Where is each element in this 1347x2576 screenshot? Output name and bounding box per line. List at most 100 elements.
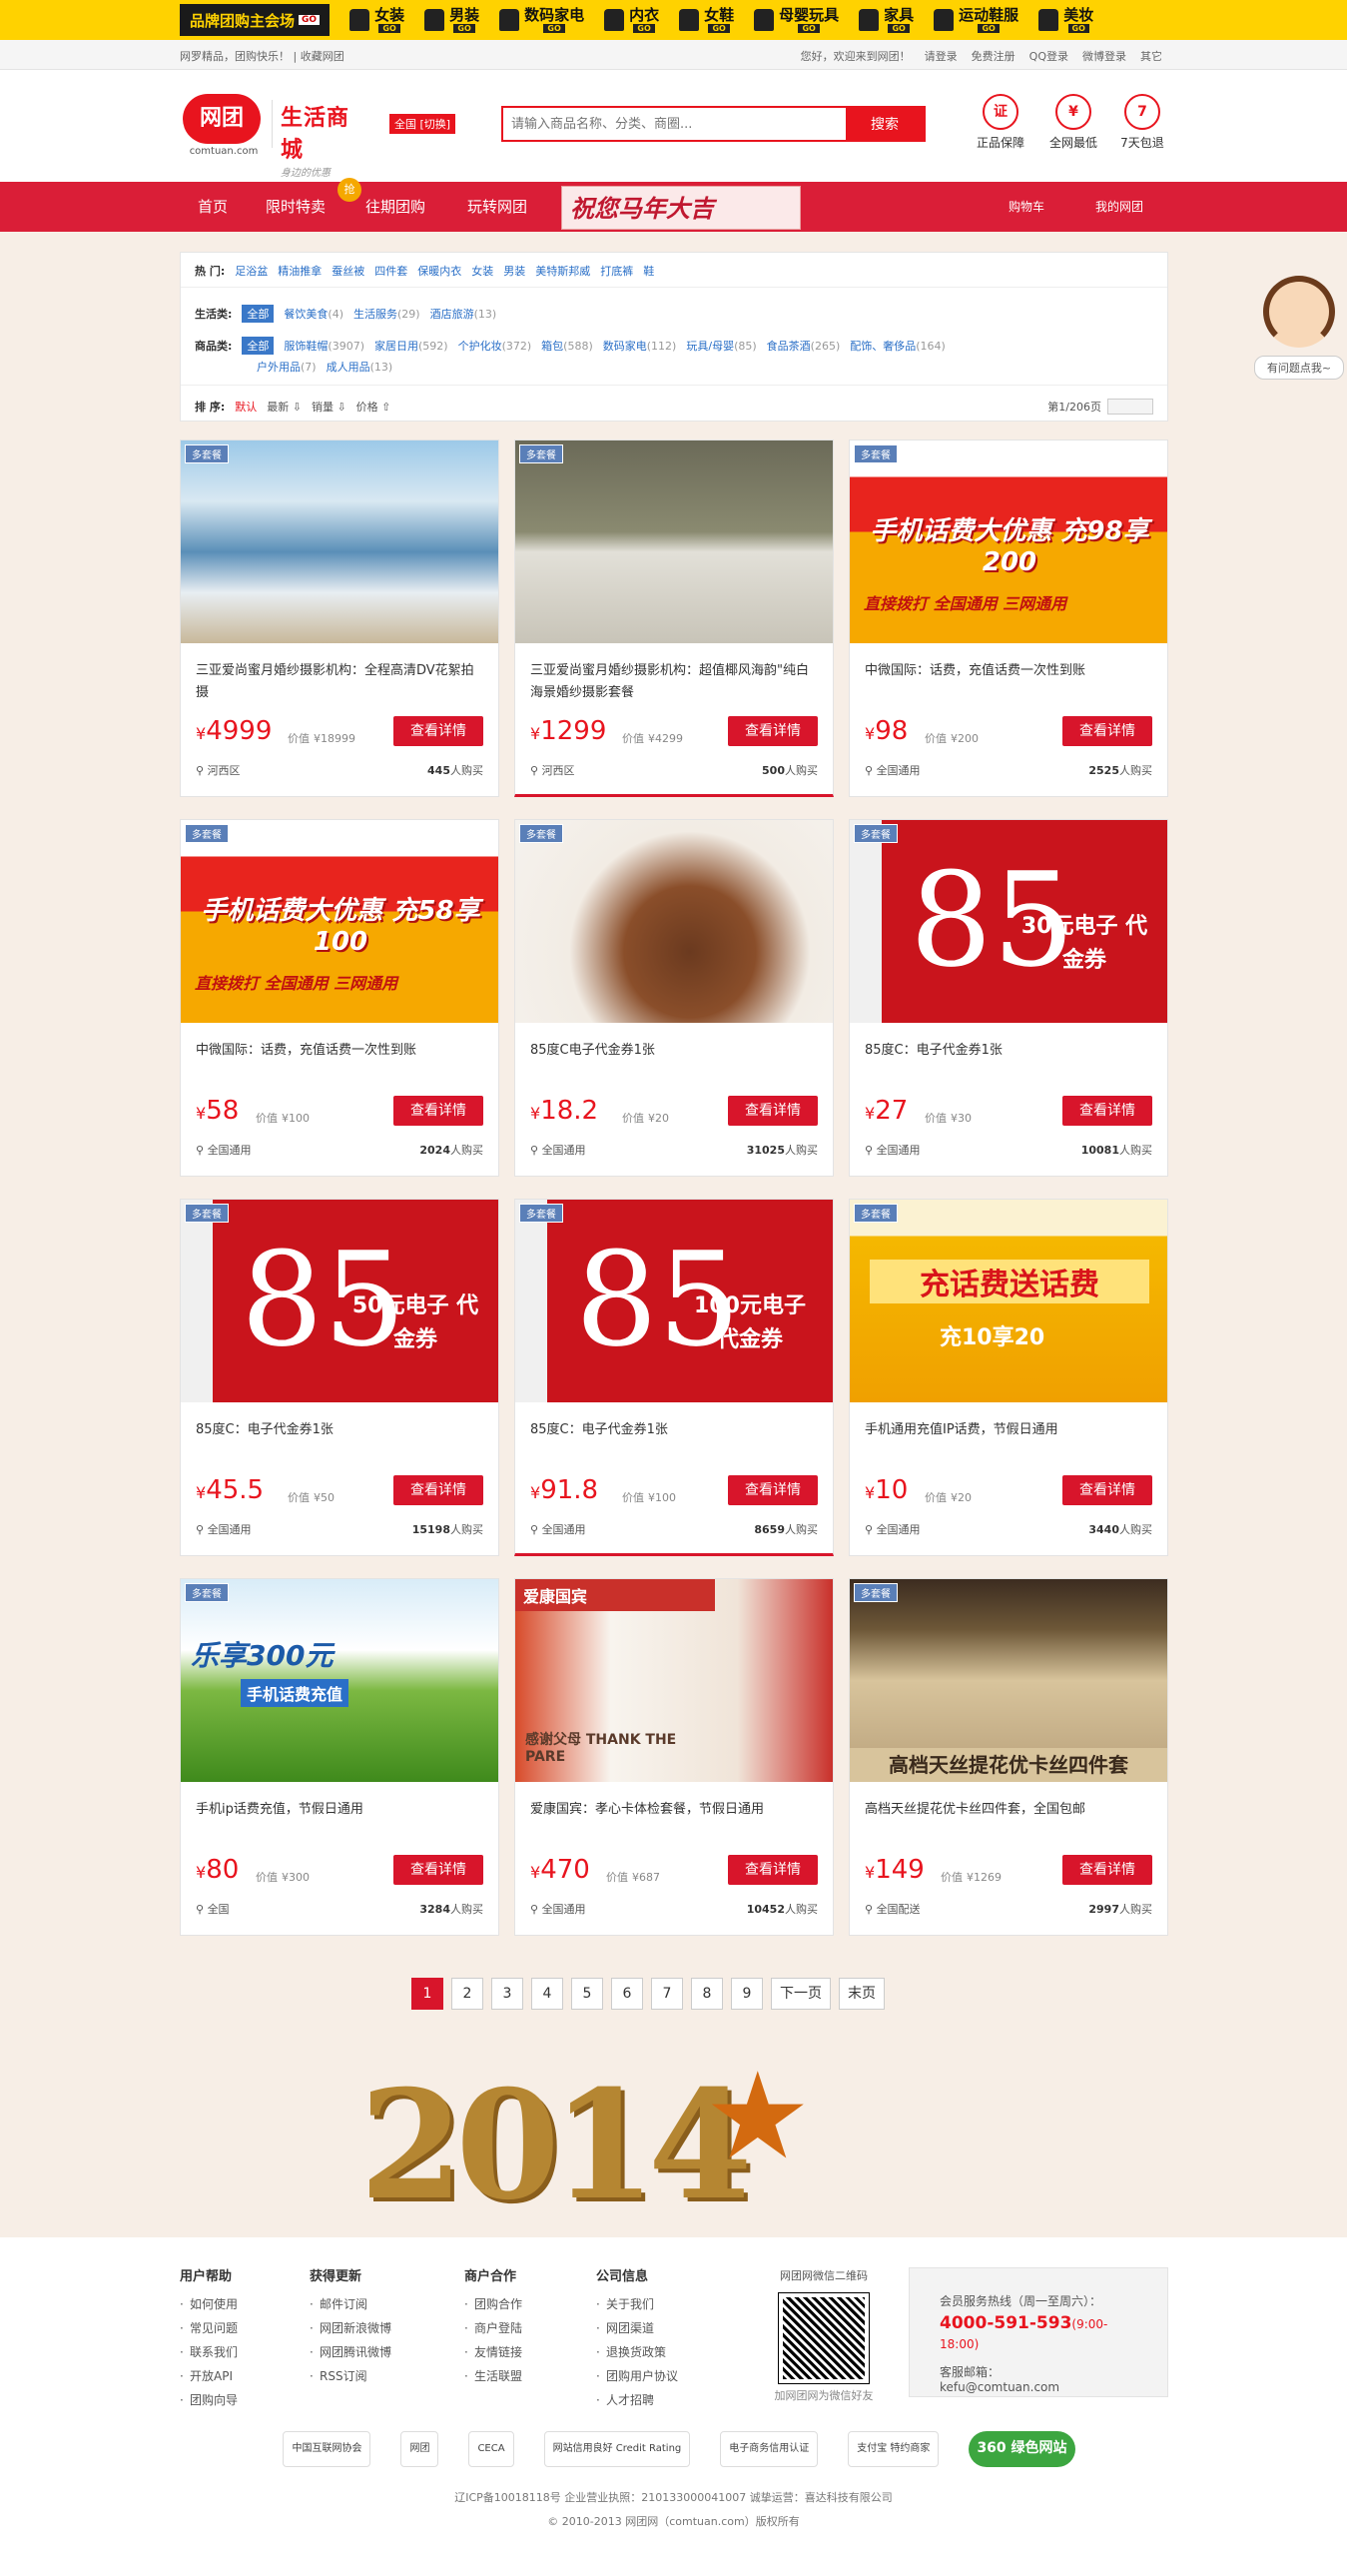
category-link[interactable]: 玩具/母婴(85)	[686, 338, 756, 354]
product-image[interactable]: 多套餐 85 50元电子 代金券	[181, 1200, 498, 1402]
nav-past-deals[interactable]: 往期团购	[365, 182, 425, 232]
next-page-button[interactable]: 下一页	[771, 1978, 831, 2010]
product-title[interactable]: 85度C电子代金券1张	[530, 1040, 820, 1062]
brand-category-5[interactable]: 母婴玩具 GO	[754, 7, 839, 33]
footer-link[interactable]: 团购向导	[180, 2388, 238, 2412]
page-7[interactable]: 7	[651, 1978, 683, 2010]
category-link[interactable]: 户外用品(7)	[257, 359, 317, 375]
page-5[interactable]: 5	[571, 1978, 603, 2010]
footer-link[interactable]: 人才招聘	[596, 2388, 678, 2412]
footer-link[interactable]: 网团新浪微博	[310, 2316, 391, 2340]
brand-category-8[interactable]: 美妆 GO	[1038, 7, 1093, 33]
product-image[interactable]: 多套餐 85 100元电子 代金券	[515, 1200, 833, 1402]
trust-badge[interactable]: CECA	[468, 2431, 514, 2467]
page-2[interactable]: 2	[451, 1978, 483, 2010]
view-details-button[interactable]: 查看详情	[728, 1475, 818, 1505]
nav-explore[interactable]: 玩转网团	[467, 182, 527, 232]
footer-link[interactable]: 团购用户协议	[596, 2364, 678, 2388]
nav-cart[interactable]: 购物车	[1009, 182, 1044, 232]
brand-category-0[interactable]: 女装 GO	[349, 7, 404, 33]
brand-category-4[interactable]: 女鞋 GO	[679, 7, 734, 33]
assurance-lowest[interactable]: ¥ 全网最低	[1043, 94, 1103, 151]
last-page-button[interactable]: 末页	[839, 1978, 885, 2010]
view-details-button[interactable]: 查看详情	[393, 716, 483, 746]
hot-keyword[interactable]: 鞋	[643, 263, 654, 279]
brand-category-3[interactable]: 内衣 GO	[604, 7, 659, 33]
product-title[interactable]: 高档天丝提花优卡丝四件套，全国包邮	[865, 1799, 1154, 1821]
trust-badge[interactable]: 网站信用良好 Credit Rating	[543, 2431, 691, 2467]
hot-keyword[interactable]: 保暖内衣	[417, 263, 461, 279]
page-8[interactable]: 8	[691, 1978, 723, 2010]
support-email[interactable]: kefu@comtuan.com	[940, 2380, 1137, 2394]
page-1[interactable]: 1	[411, 1978, 443, 2010]
sort-option[interactable]: 默认	[235, 399, 257, 415]
product-image[interactable]: 多套餐爱康国宾感谢父母 THANK THE PARE	[515, 1579, 833, 1782]
view-details-button[interactable]: 查看详情	[1062, 1855, 1152, 1885]
category-link[interactable]: 食品茶酒(265)	[767, 338, 841, 354]
sort-option[interactable]: 销量 ⇩	[312, 399, 346, 415]
category-link[interactable]: 酒店旅游(13)	[430, 306, 497, 322]
assurance-return[interactable]: 7 7天包退	[1112, 94, 1172, 151]
view-details-button[interactable]: 查看详情	[1062, 1475, 1152, 1505]
product-image[interactable]: 多套餐 高档天丝提花优卡丝四件套	[850, 1579, 1167, 1782]
view-details-button[interactable]: 查看详情	[393, 1096, 483, 1126]
trust-badge[interactable]: 网团	[400, 2431, 439, 2467]
hot-keyword[interactable]: 打底裤	[600, 263, 633, 279]
brand-category-7[interactable]: 运动鞋服 GO	[934, 7, 1018, 33]
product-title[interactable]: 中微国际：话费，充值话费一次性到账	[865, 660, 1154, 682]
view-details-button[interactable]: 查看详情	[1062, 1096, 1152, 1126]
category-link[interactable]: 成人用品(13)	[327, 359, 393, 375]
city-switch[interactable]: 全国 [切换]	[389, 114, 456, 134]
user-link-1[interactable]: 请登录	[925, 48, 958, 64]
help-avatar[interactable]: 有问题点我~	[1254, 276, 1344, 386]
trust-badge[interactable]: 360 绿色网站	[969, 2431, 1075, 2467]
page-6[interactable]: 6	[611, 1978, 643, 2010]
category-link[interactable]: 服饰鞋帽(3907)	[284, 338, 364, 354]
category-link[interactable]: 全部	[242, 305, 275, 323]
brand-category-1[interactable]: 男装 GO	[424, 7, 479, 33]
page-4[interactable]: 4	[531, 1978, 563, 2010]
product-image[interactable]: 多套餐	[181, 440, 498, 643]
product-title[interactable]: 手机ip话费充值，节假日通用	[196, 1799, 485, 1821]
sort-option[interactable]: 最新 ⇩	[267, 399, 302, 415]
search-input[interactable]	[503, 108, 846, 140]
product-title[interactable]: 85度C：电子代金券1张	[196, 1419, 485, 1441]
product-title[interactable]: 85度C：电子代金券1张	[865, 1040, 1154, 1062]
assurance-genuine[interactable]: 证 正品保障	[971, 94, 1030, 151]
footer-link[interactable]: 网团腾讯微博	[310, 2340, 391, 2364]
category-link[interactable]: 生活服务(29)	[353, 306, 420, 322]
page-arrows[interactable]	[1107, 399, 1153, 415]
category-link[interactable]: 箱包(588)	[541, 338, 593, 354]
trust-badge[interactable]: 中国互联网协会	[283, 2431, 371, 2467]
hot-keyword[interactable]: 美特斯邦威	[535, 263, 590, 279]
view-details-button[interactable]: 查看详情	[728, 716, 818, 746]
life-mall-logo[interactable]: 生活商城 身边的优惠	[272, 100, 371, 179]
product-title[interactable]: 中微国际：话费，充值话费一次性到账	[196, 1040, 485, 1062]
view-details-button[interactable]: 查看详情	[728, 1096, 818, 1126]
user-link-2[interactable]: 免费注册	[972, 48, 1015, 64]
view-details-button[interactable]: 查看详情	[728, 1855, 818, 1885]
trust-badge[interactable]: 电子商务信用认证	[720, 2431, 819, 2467]
category-link[interactable]: 数码家电(112)	[603, 338, 677, 354]
trust-badge[interactable]: 支付宝 特约商家	[848, 2431, 940, 2467]
category-link[interactable]: 全部	[242, 337, 275, 355]
footer-link[interactable]: 常见问题	[180, 2316, 238, 2340]
footer-link[interactable]: 开放API	[180, 2364, 238, 2388]
brand-mall-link[interactable]: 品牌团购主会场 GO	[180, 4, 331, 36]
user-link-5[interactable]: 其它	[1140, 48, 1162, 64]
product-title[interactable]: 85度C：电子代金券1张	[530, 1419, 820, 1441]
product-image[interactable]: 多套餐 手机话费大优惠 充58享100 直接拨打 全国通用 三网通用	[181, 820, 498, 1023]
view-details-button[interactable]: 查看详情	[393, 1475, 483, 1505]
product-title[interactable]: 三亚爱尚蜜月婚纱摄影机构：全程高清DV花絮拍摄	[196, 660, 485, 704]
view-details-button[interactable]: 查看详情	[1062, 716, 1152, 746]
hot-keyword[interactable]: 精油推拿	[278, 263, 322, 279]
search-button[interactable]: 搜索	[846, 108, 924, 140]
product-title[interactable]: 三亚爱尚蜜月婚纱摄影机构：超值椰风海韵"纯白海景婚纱摄影套餐	[530, 660, 820, 704]
nav-home[interactable]: 首页	[198, 182, 228, 232]
brand-category-6[interactable]: 家具 GO	[859, 7, 914, 33]
category-link[interactable]: 餐饮美食(4)	[284, 306, 343, 322]
hot-keyword[interactable]: 四件套	[374, 263, 407, 279]
product-image[interactable]: 多套餐	[515, 440, 833, 643]
nav-my-account[interactable]: 我的网团	[1095, 182, 1143, 232]
footer-link[interactable]: 商户登陆	[464, 2316, 522, 2340]
